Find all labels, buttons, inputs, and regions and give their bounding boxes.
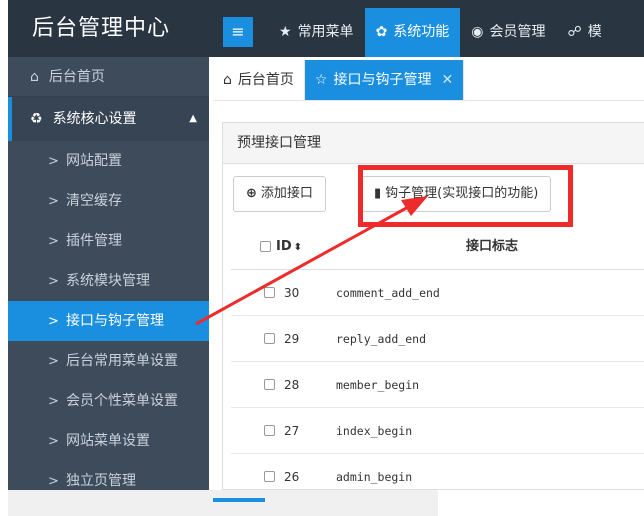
top-nav-label: 模 [587, 24, 602, 40]
table-header: ID ⬍ 接口标志 [231, 224, 644, 270]
top-nav: ★ 常用菜单 ✿ 系统功能 ◉ 会员管理 ☍ 模 [268, 8, 613, 57]
horizontal-scrollbar[interactable] [8, 490, 438, 516]
row-id: 29 [284, 332, 300, 346]
sidebar-item-hooks[interactable]: > 接口与钩子管理 [8, 301, 209, 341]
top-nav-label: 会员管理 [489, 24, 546, 40]
star-outline-icon: ☆ [314, 72, 328, 88]
table-row: 27 index_begin [231, 408, 644, 454]
chevron-right-icon: > [48, 354, 59, 369]
sidebar-item-site-config[interactable]: > 网站配置 [8, 141, 209, 181]
name-column-header: 接口标志 [466, 239, 519, 254]
chevron-right-icon: > [48, 434, 59, 449]
menu-icon: ≡ [231, 22, 245, 41]
sidebar-item-label: 网站配置 [66, 153, 122, 169]
app-root: 后台管理中心 ≡ ★ 常用菜单 ✿ 系统功能 ◉ 会员管理 ☍ 模 ⌂ 后台首页 ♻ 系统核… [0, 0, 644, 516]
row-name: reply_add_end [336, 332, 427, 346]
table-row: 30 comment_add_end [231, 270, 644, 316]
sidebar-item-clear-cache[interactable]: > 清空缓存 [8, 181, 209, 221]
cubes-icon: ☍ [567, 24, 582, 40]
sidebar-group-label: 系统核心设置 [52, 111, 137, 127]
tab-hooks[interactable]: ☆ 接口与钩子管理 ✕ [304, 60, 465, 100]
chevron-right-icon: > [48, 274, 59, 289]
row-checkbox[interactable] [264, 471, 275, 482]
top-nav-system-functions[interactable]: ✿ 系统功能 [364, 8, 461, 57]
row-name: admin_begin [336, 470, 413, 484]
content-tabs: ⌂ 后台首页 ☆ 接口与钩子管理 ✕ [213, 60, 465, 100]
home-icon: ⌂ [223, 72, 232, 88]
row-name: comment_add_end [336, 286, 440, 300]
row-checkbox[interactable] [264, 333, 275, 344]
table-row: 26 admin_begin [231, 454, 644, 489]
row-id: 26 [284, 470, 300, 484]
row-checkbox[interactable] [264, 287, 275, 298]
sidebar-item-label: 网站菜单设置 [66, 433, 150, 449]
add-interface-button[interactable]: ⊕ 添加接口 [233, 176, 326, 212]
row-id: 30 [284, 286, 300, 300]
table-row: 29 reply_add_end [231, 316, 644, 362]
plus-circle-icon: ⊕ [246, 186, 257, 201]
sidebar-item-label: 后台首页 [48, 69, 105, 85]
row-name: member_begin [336, 378, 420, 392]
chevron-right-icon: > [48, 194, 59, 209]
chevron-right-icon: > [48, 314, 59, 329]
row-checkbox[interactable] [264, 379, 275, 390]
tab-label: 接口与钩子管理 [333, 72, 432, 88]
sidebar-item-label: 系统模块管理 [66, 273, 150, 289]
sidebar-item-site-menu[interactable]: > 网站菜单设置 [8, 421, 209, 461]
row-name: index_begin [336, 424, 413, 438]
chevron-right-icon: > [48, 474, 59, 489]
interface-table: ID ⬍ 接口标志 30 comment_add_end 29 reply_add_e… [231, 224, 644, 489]
button-label: 添加接口 [260, 186, 313, 201]
chevron-right-icon: > [48, 394, 59, 409]
sidebar-item-label: 后台常用菜单设置 [66, 353, 178, 369]
tab-label: 后台首页 [237, 72, 294, 88]
sidebar-item-pages[interactable]: > 独立页管理 [8, 461, 209, 490]
sidebar-item-admin-common-menu[interactable]: > 后台常用菜单设置 [8, 341, 209, 381]
gear-icon: ✿ [375, 24, 388, 40]
close-icon[interactable]: ✕ [441, 72, 453, 88]
scrollbar-thumb[interactable] [213, 498, 265, 502]
sidebar-group-core-settings[interactable]: ♻ 系统核心设置 ▲ [8, 97, 209, 141]
brand-title: 后台管理中心 [8, 0, 212, 57]
row-id: 27 [284, 424, 300, 438]
annotation-highlight-box [358, 165, 573, 227]
top-nav-label: 系统功能 [393, 24, 450, 40]
sidebar-item-system-modules[interactable]: > 系统模块管理 [8, 261, 209, 301]
chevron-right-icon: > [48, 234, 59, 249]
top-nav-modules[interactable]: ☍ 模 [557, 8, 613, 57]
caret-up-icon: ▲ [189, 113, 197, 124]
sort-icon: ⬍ [293, 242, 303, 253]
sidebar-item-label: 插件管理 [66, 233, 122, 249]
sidebar-item-home[interactable]: ⌂ 后台首页 [8, 57, 209, 97]
chevron-right-icon: > [48, 154, 59, 169]
menu-toggle-button[interactable]: ≡ [223, 17, 253, 47]
recycle-icon: ♻ [30, 111, 43, 127]
select-all-checkbox[interactable] [260, 241, 271, 252]
id-column-header[interactable]: ID ⬍ [276, 224, 302, 271]
top-nav-member-management[interactable]: ◉ 会员管理 [460, 8, 556, 57]
tabs-divider [213, 100, 644, 101]
sidebar-item-label: 清空缓存 [66, 193, 122, 209]
tab-home[interactable]: ⌂ 后台首页 [213, 60, 305, 100]
user-icon: ◉ [471, 24, 484, 40]
panel-title: 预埋接口管理 [223, 123, 644, 164]
row-id: 28 [284, 378, 300, 392]
sidebar-item-label: 独立页管理 [66, 473, 136, 489]
sidebar-item-plugins[interactable]: > 插件管理 [8, 221, 209, 261]
sidebar-item-label: 会员个性菜单设置 [66, 393, 178, 409]
top-nav-label: 常用菜单 [297, 24, 354, 40]
column-label: ID [276, 239, 292, 254]
star-icon: ★ [279, 24, 292, 40]
sidebar-item-member-menu[interactable]: > 会员个性菜单设置 [8, 381, 209, 421]
sidebar: ⌂ 后台首页 ♻ 系统核心设置 ▲ > 网站配置 > 清空缓存 > 插件管理 > 系统模块管理… [8, 57, 209, 490]
row-checkbox[interactable] [264, 425, 275, 436]
home-icon: ⌂ [30, 69, 39, 85]
sidebar-item-label: 接口与钩子管理 [66, 313, 164, 329]
top-nav-common-menu[interactable]: ★ 常用菜单 [268, 8, 365, 57]
table-row: 28 member_begin [231, 362, 644, 408]
sidebar-submenu: > 网站配置 > 清空缓存 > 插件管理 > 系统模块管理 > 接口与钩子管理 > 后台常用… [8, 141, 209, 490]
